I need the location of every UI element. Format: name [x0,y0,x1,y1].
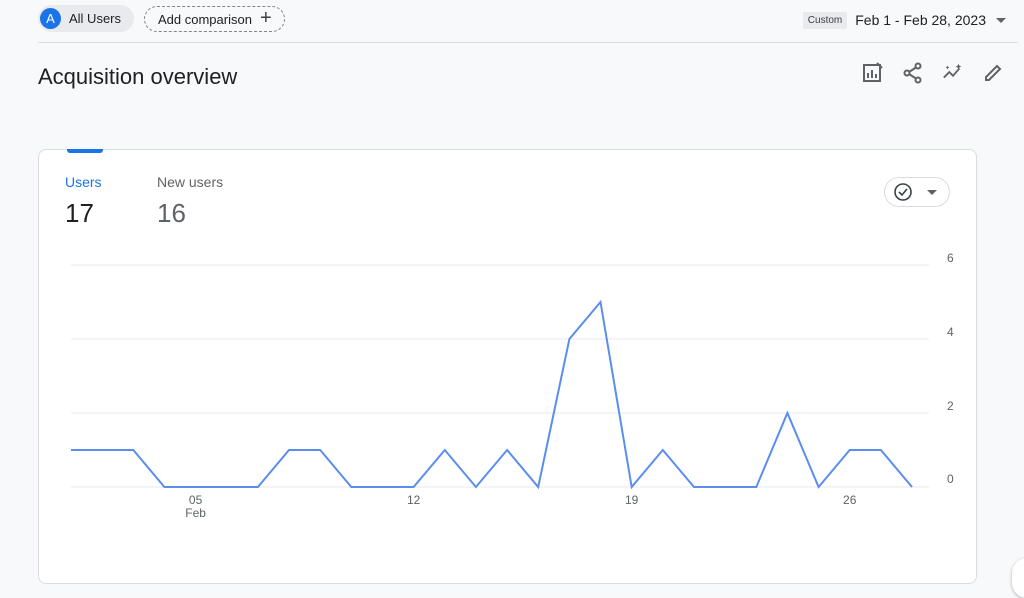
y-tick-label: 2 [947,399,954,413]
segment-label: All Users [69,11,122,26]
page-title: Acquisition overview [38,64,238,89]
header-divider [38,42,1018,43]
top-bar: A All Users Add comparison + Custom Feb … [0,0,1024,42]
add-comparison-button[interactable]: Add comparison + [144,6,285,32]
insights-icon[interactable] [942,62,964,84]
segment-avatar: A [40,8,61,29]
date-range-picker[interactable]: Custom Feb 1 - Feb 28, 2023 [802,9,1006,31]
share-icon[interactable] [902,62,924,84]
segment-chip-all-users[interactable]: A All Users [38,5,134,32]
edit-icon[interactable] [982,62,1004,84]
add-comparison-label: Add comparison [158,11,252,27]
chevron-down-icon [996,17,1006,23]
x-tick-label: 19 [625,493,639,507]
customize-report-icon[interactable] [862,62,884,84]
users-chart-card: Users 17 New users 16 0 2 4 6 05 Feb 12 19 26 [38,149,977,584]
users-line-chart: 0 2 4 6 05Feb 12 19 26 [71,251,954,520]
date-range-label: Feb 1 - Feb 28, 2023 [855,12,986,28]
y-tick-label: 6 [947,251,954,265]
date-range-tag: Custom [802,11,848,29]
series-line-users [71,299,913,490]
x-tick-label: 12 [407,493,421,507]
plus-icon: + [259,7,272,29]
y-tick-label: 0 [947,472,954,486]
floating-action-button[interactable] [1012,558,1024,598]
x-tick-label: 26 [843,493,857,507]
y-tick-label: 4 [947,325,954,339]
report-toolbar [862,62,1004,84]
x-tick-label: 05 [189,493,203,507]
x-tick-sublabel: Feb [185,506,206,520]
